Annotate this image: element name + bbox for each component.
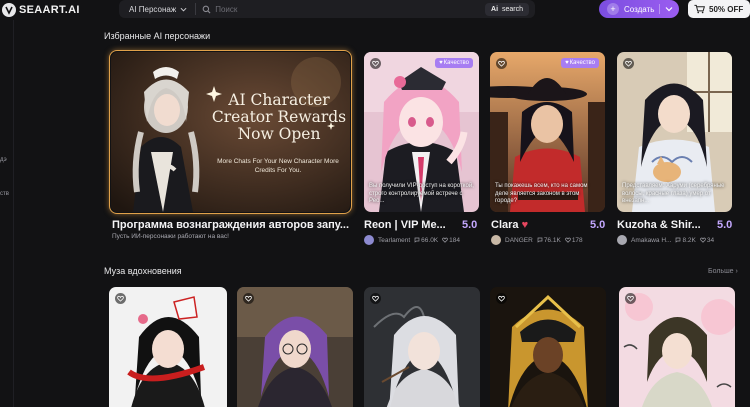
character-card[interactable]: Представляем: Харуми (серебряные волосы,… bbox=[617, 52, 732, 212]
sidebar-item-label[interactable]: ств bbox=[0, 191, 9, 197]
chat-icon bbox=[676, 237, 681, 243]
offer-button[interactable]: 50% OFF bbox=[688, 0, 750, 18]
banner-subtitle: Пусть ИИ-персонажи работают на вас! bbox=[112, 233, 229, 240]
ai-label: Ai bbox=[491, 5, 499, 13]
chat-count: 66.0K bbox=[414, 237, 438, 244]
author-name[interactable]: Tearlament bbox=[378, 237, 410, 244]
quality-badge: ♥ Качество bbox=[435, 58, 473, 68]
chat-icon bbox=[414, 237, 420, 243]
character-card[interactable]: ♥ Качество Вы получили VIP-доступ на коро… bbox=[364, 52, 479, 212]
like-count: 184 bbox=[442, 237, 460, 244]
ai-search-label: search bbox=[501, 5, 523, 13]
character-meta: DANGER 76.1K 178 bbox=[491, 235, 583, 245]
favorite-icon[interactable] bbox=[370, 293, 381, 304]
character-name[interactable]: Clara ♥ bbox=[491, 219, 571, 231]
more-link[interactable]: Больше › bbox=[708, 268, 738, 275]
avatar[interactable] bbox=[617, 235, 627, 245]
like-count-value: 34 bbox=[706, 236, 715, 244]
favorite-icon[interactable] bbox=[370, 58, 381, 69]
quality-badge: ♥ Качество bbox=[561, 58, 599, 68]
plus-icon: + bbox=[607, 3, 619, 15]
muse-card[interactable] bbox=[619, 287, 735, 407]
muse-card[interactable] bbox=[109, 287, 227, 407]
search-input[interactable] bbox=[211, 4, 486, 14]
chat-count: 76.1K bbox=[537, 237, 561, 244]
avatar[interactable] bbox=[364, 235, 374, 245]
create-button[interactable]: + Создать bbox=[599, 0, 679, 18]
muse-image bbox=[619, 287, 735, 407]
heart-icon bbox=[700, 237, 706, 243]
author-name[interactable]: DANGER bbox=[505, 237, 533, 244]
favorite-icon[interactable] bbox=[243, 293, 254, 304]
favorite-icon[interactable] bbox=[623, 58, 634, 69]
divider bbox=[659, 4, 660, 14]
character-name[interactable]: Reon | VIP Me... bbox=[364, 219, 454, 231]
create-label: Создать bbox=[624, 4, 655, 14]
search-icon bbox=[202, 5, 211, 13]
character-name[interactable]: Kuzoha & Shir... bbox=[617, 219, 705, 231]
search-category-label: AI Персонаж bbox=[129, 4, 177, 14]
chevron-down-icon[interactable] bbox=[665, 5, 673, 13]
character-name-text: Clara bbox=[491, 219, 519, 231]
ai-search-button[interactable]: Ai search bbox=[485, 2, 529, 16]
favorite-icon[interactable] bbox=[496, 58, 507, 69]
banner-name[interactable]: Программа вознаграждения авторов запу... bbox=[112, 219, 352, 231]
character-score: 5.0 bbox=[717, 219, 733, 231]
like-count: 178 bbox=[564, 236, 583, 244]
like-count: 34 bbox=[700, 237, 714, 244]
muse-image bbox=[364, 287, 480, 407]
section-title-muse: Муза вдохновения bbox=[104, 266, 182, 276]
section-title-featured: Избранные AI персонажи bbox=[104, 31, 211, 41]
heart-icon bbox=[442, 237, 448, 243]
like-count-value: 184 bbox=[449, 236, 461, 244]
favorite-icon[interactable] bbox=[625, 293, 636, 304]
top-bar: SEAART.AI AI Персонаж Ai search + Создат… bbox=[0, 0, 750, 20]
character-description: Представляем: Харуми (серебряные волосы,… bbox=[622, 183, 725, 205]
character-meta: Amakawa H... 8.2K 34 bbox=[617, 235, 714, 245]
character-card[interactable]: ♥ Качество Ты покажешь всем, кто на самом… bbox=[490, 52, 605, 212]
search-bar: AI Персонаж Ai search bbox=[119, 0, 535, 18]
logo-icon bbox=[2, 3, 16, 17]
muse-card[interactable] bbox=[490, 287, 606, 407]
favorite-icon[interactable] bbox=[115, 293, 126, 304]
muse-card[interactable] bbox=[237, 287, 353, 407]
favorite-icon[interactable] bbox=[496, 293, 507, 304]
logo-text: SEAART.AI bbox=[19, 4, 80, 16]
muse-image bbox=[109, 287, 227, 407]
chat-count-value: 66.0K bbox=[421, 236, 439, 244]
character-description: Ты покажешь всем, кто на самом деле явля… bbox=[495, 183, 588, 205]
character-description: Вы получили VIP-доступ на короткой, стро… bbox=[369, 183, 474, 205]
character-score: 5.0 bbox=[462, 219, 478, 231]
chat-count-value: 8.2K bbox=[682, 236, 696, 244]
author-name[interactable]: Amakawa H... bbox=[631, 237, 671, 244]
quality-label: Качество bbox=[569, 60, 595, 66]
avatar[interactable] bbox=[491, 235, 501, 245]
chat-icon bbox=[537, 237, 543, 243]
banner-highlight-frame bbox=[109, 50, 352, 214]
character-meta: Tearlament 66.0K 184 bbox=[364, 235, 460, 245]
sidebar: дэ ств bbox=[0, 20, 14, 407]
like-count-value: 178 bbox=[571, 236, 583, 244]
quality-label: Качество bbox=[443, 60, 469, 66]
character-score: 5.0 bbox=[590, 219, 606, 231]
search-category-select[interactable]: AI Персонаж bbox=[119, 3, 197, 15]
offer-label: 50% OFF bbox=[709, 4, 744, 14]
chevron-down-icon bbox=[180, 7, 187, 12]
muse-image bbox=[237, 287, 353, 407]
cart-icon bbox=[694, 4, 705, 14]
sidebar-item-label[interactable]: дэ bbox=[0, 157, 7, 163]
muse-card[interactable] bbox=[364, 287, 480, 407]
chat-count: 8.2K bbox=[675, 236, 696, 244]
heart-icon: ♥ bbox=[521, 219, 529, 231]
more-label: Больше bbox=[708, 268, 734, 275]
chat-count-value: 76.1K bbox=[543, 236, 561, 244]
muse-image bbox=[490, 287, 606, 407]
heart-icon bbox=[564, 237, 571, 243]
logo[interactable]: SEAART.AI bbox=[2, 2, 80, 18]
